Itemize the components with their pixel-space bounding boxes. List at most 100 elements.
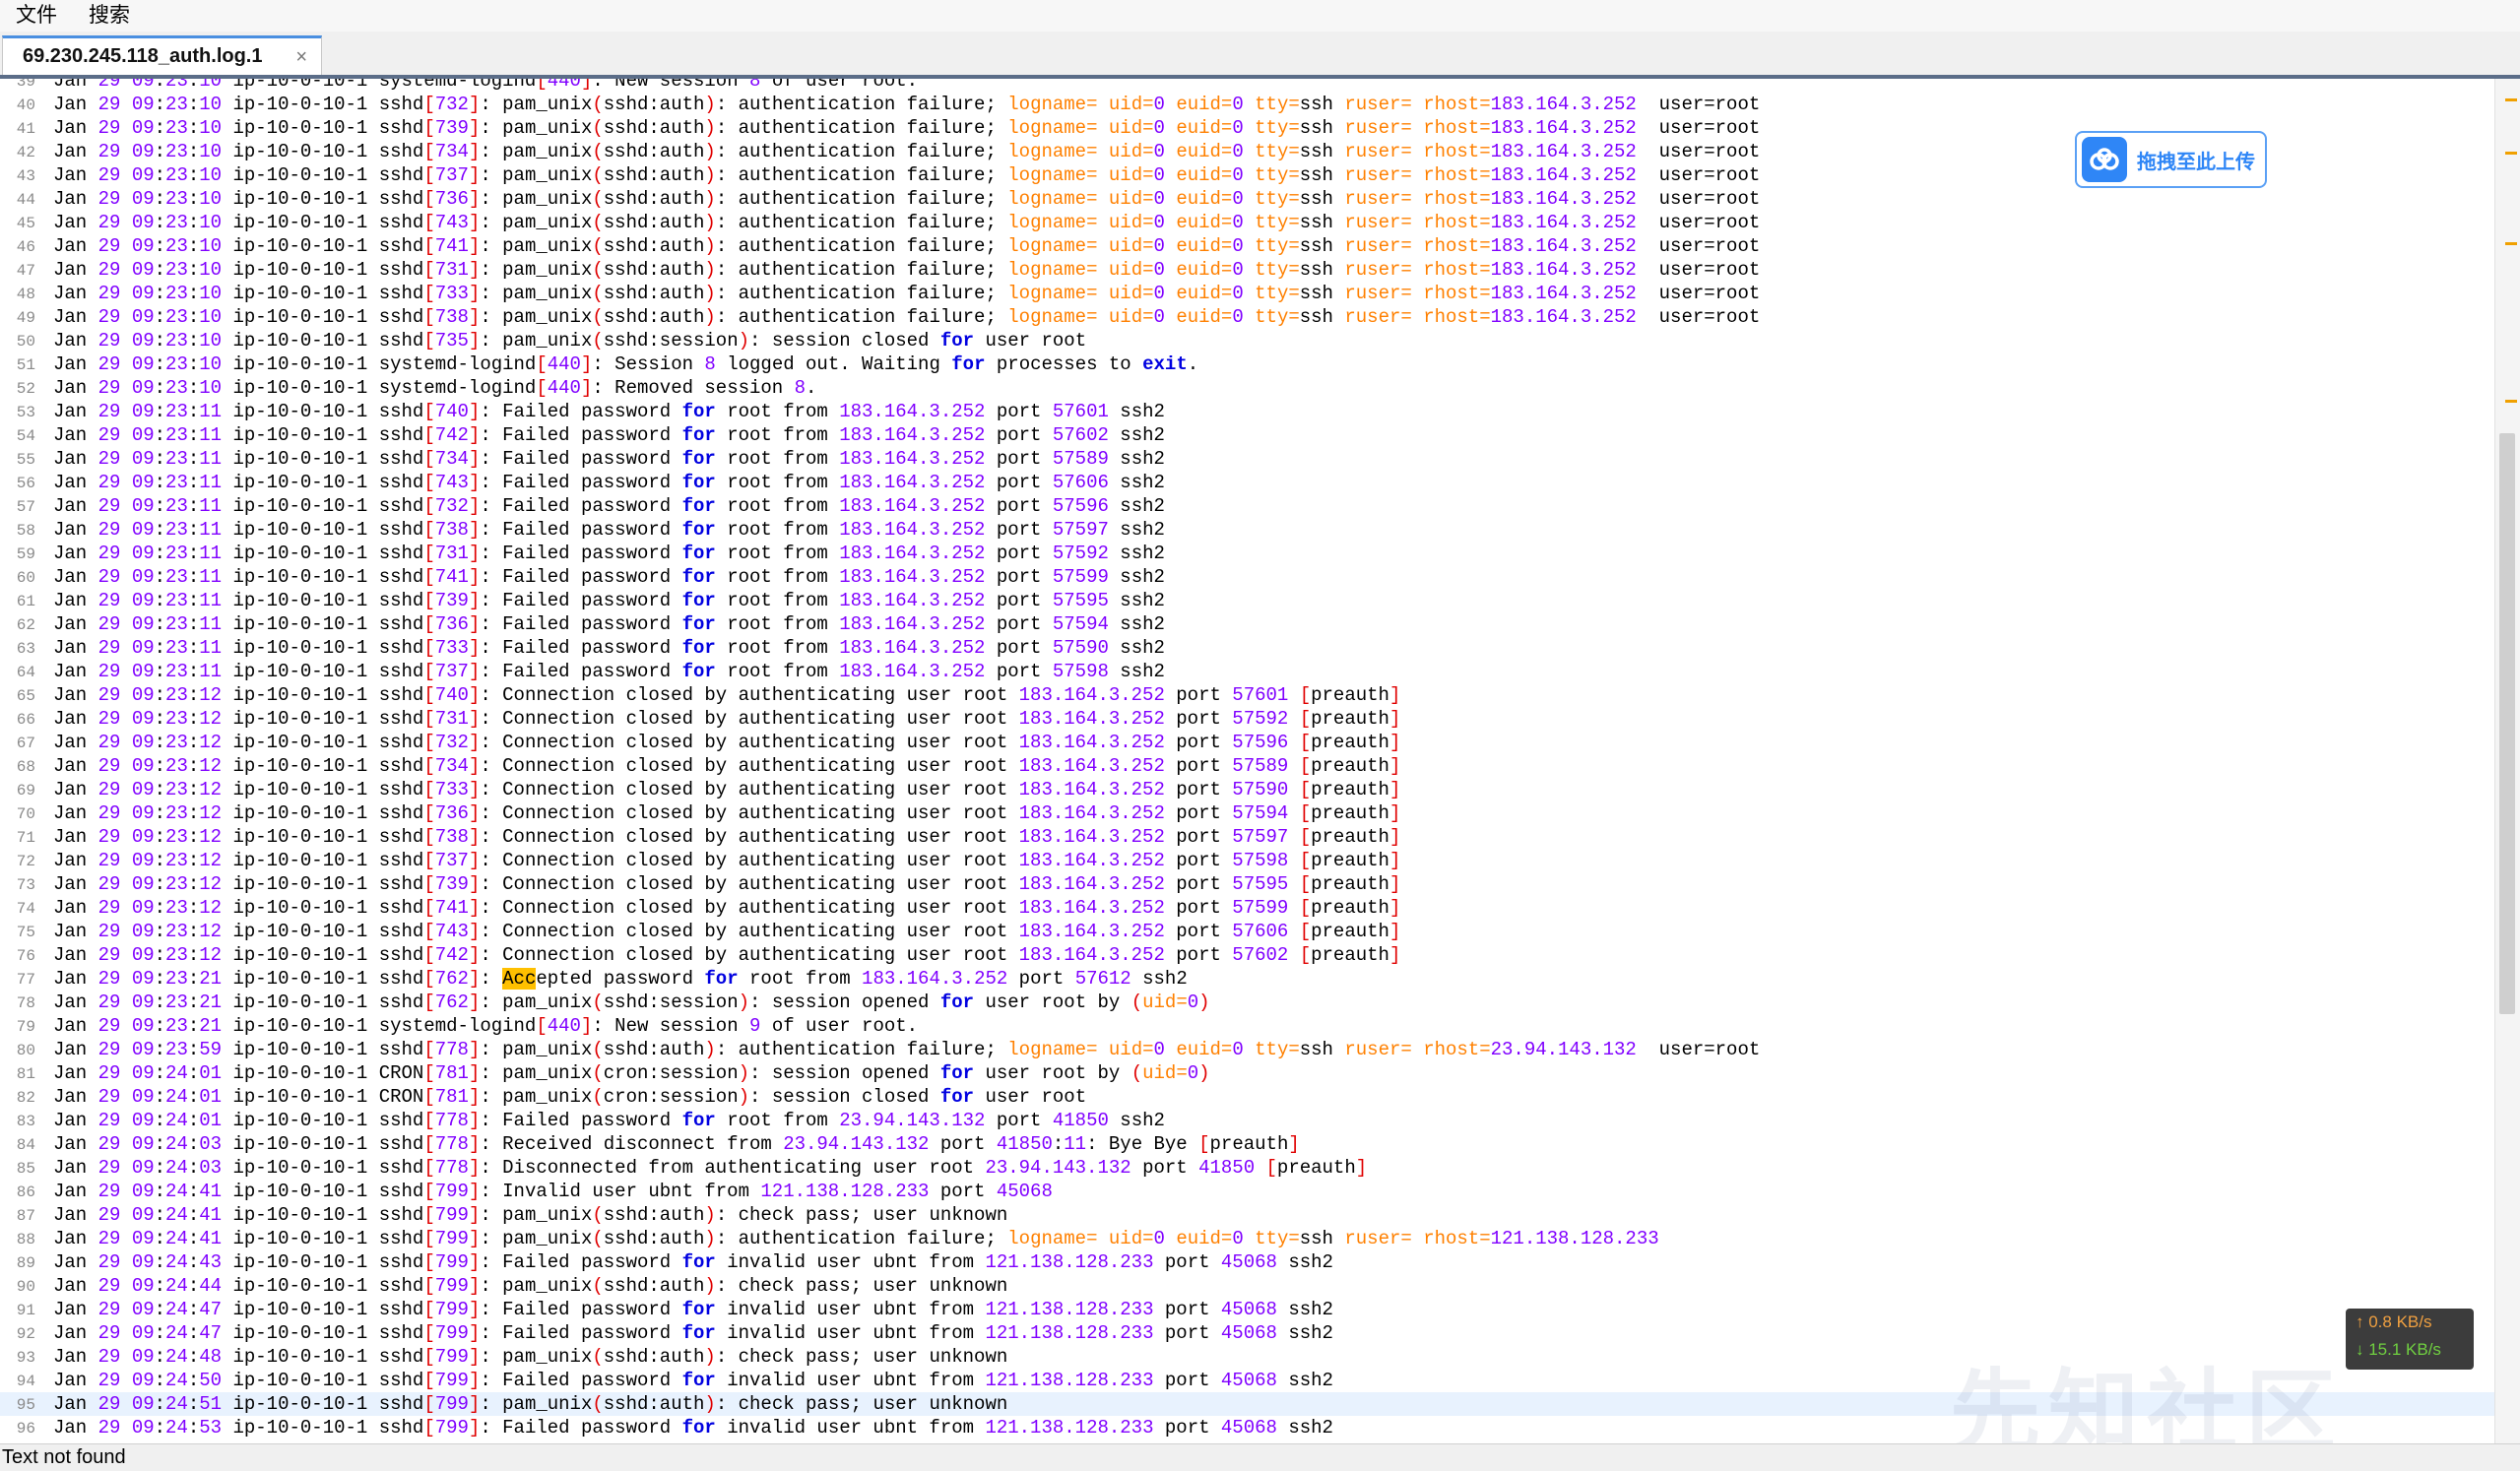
line-number: 40 bbox=[16, 96, 35, 114]
log-line[interactable]: 73 Jan 29 09:23:12 ip-10-0-10-1 sshd[739]… bbox=[0, 872, 2495, 896]
log-line[interactable]: 52 Jan 29 09:23:10 ip-10-0-10-1 systemd-l… bbox=[0, 376, 2495, 400]
line-number: 89 bbox=[16, 1254, 35, 1272]
status-text: Text not found bbox=[2, 1446, 126, 1468]
line-number: 72 bbox=[16, 853, 35, 870]
menu-file[interactable]: 文件 bbox=[0, 0, 73, 32]
log-line-text: Jan 29 09:23:12 ip-10-0-10-1 sshd[741]: … bbox=[53, 897, 1401, 919]
log-line[interactable]: 71 Jan 29 09:23:12 ip-10-0-10-1 sshd[738]… bbox=[0, 825, 2495, 849]
scrollbar-thumb[interactable] bbox=[2499, 433, 2515, 1014]
log-line[interactable]: 68 Jan 29 09:23:12 ip-10-0-10-1 sshd[734]… bbox=[0, 754, 2495, 778]
log-line-text: Jan 29 09:23:10 ip-10-0-10-1 sshd[734]: … bbox=[53, 141, 1761, 162]
log-line[interactable]: 75 Jan 29 09:23:12 ip-10-0-10-1 sshd[743]… bbox=[0, 920, 2495, 943]
log-line-text: Jan 29 09:23:11 ip-10-0-10-1 sshd[731]: … bbox=[53, 543, 1165, 564]
bookmark-marker bbox=[2505, 242, 2517, 245]
log-line[interactable]: 84 Jan 29 09:24:03 ip-10-0-10-1 sshd[778]… bbox=[0, 1132, 2495, 1156]
line-number: 84 bbox=[16, 1136, 35, 1154]
menu-search[interactable]: 搜索 bbox=[73, 0, 146, 32]
line-number: 55 bbox=[16, 451, 35, 469]
line-number: 62 bbox=[16, 616, 35, 634]
log-line[interactable]: 82 Jan 29 09:24:01 ip-10-0-10-1 CRON[781]… bbox=[0, 1085, 2495, 1109]
log-line[interactable]: 48 Jan 29 09:23:10 ip-10-0-10-1 sshd[733]… bbox=[0, 282, 2495, 305]
vertical-scrollbar[interactable] bbox=[2494, 79, 2520, 1443]
log-line[interactable]: 51 Jan 29 09:23:10 ip-10-0-10-1 systemd-l… bbox=[0, 352, 2495, 376]
log-line-text: Jan 29 09:23:10 ip-10-0-10-1 sshd[735]: … bbox=[53, 330, 1087, 352]
log-line[interactable]: 44 Jan 29 09:23:10 ip-10-0-10-1 sshd[736]… bbox=[0, 187, 2495, 211]
log-line-text: Jan 29 09:23:11 ip-10-0-10-1 sshd[732]: … bbox=[53, 495, 1165, 517]
log-line[interactable]: 46 Jan 29 09:23:10 ip-10-0-10-1 sshd[741]… bbox=[0, 234, 2495, 258]
log-line[interactable]: 56 Jan 29 09:23:11 ip-10-0-10-1 sshd[743]… bbox=[0, 471, 2495, 494]
line-number: 82 bbox=[16, 1089, 35, 1107]
line-number: 73 bbox=[16, 876, 35, 894]
log-line[interactable]: 79 Jan 29 09:23:21 ip-10-0-10-1 systemd-l… bbox=[0, 1014, 2495, 1038]
close-icon[interactable]: × bbox=[295, 46, 307, 69]
line-number: 51 bbox=[16, 356, 35, 374]
log-line-text: Jan 29 09:23:11 ip-10-0-10-1 sshd[740]: … bbox=[53, 401, 1165, 422]
log-line[interactable]: 45 Jan 29 09:23:10 ip-10-0-10-1 sshd[743]… bbox=[0, 211, 2495, 234]
log-line[interactable]: 70 Jan 29 09:23:12 ip-10-0-10-1 sshd[736]… bbox=[0, 801, 2495, 825]
cloud-upload-icon bbox=[2082, 137, 2127, 182]
log-line[interactable]: 59 Jan 29 09:23:11 ip-10-0-10-1 sshd[731]… bbox=[0, 542, 2495, 565]
line-number: 64 bbox=[16, 664, 35, 681]
log-line[interactable]: 65 Jan 29 09:23:12 ip-10-0-10-1 sshd[740]… bbox=[0, 683, 2495, 707]
log-line-text: Jan 29 09:23:12 ip-10-0-10-1 sshd[734]: … bbox=[53, 755, 1401, 777]
log-line[interactable]: 76 Jan 29 09:23:12 ip-10-0-10-1 sshd[742]… bbox=[0, 943, 2495, 967]
line-number: 74 bbox=[16, 900, 35, 918]
log-line-text: Jan 29 09:24:01 ip-10-0-10-1 CRON[781]: … bbox=[53, 1086, 1087, 1108]
log-line[interactable]: 54 Jan 29 09:23:11 ip-10-0-10-1 sshd[742]… bbox=[0, 423, 2495, 447]
log-line[interactable]: 80 Jan 29 09:23:59 ip-10-0-10-1 sshd[778]… bbox=[0, 1038, 2495, 1061]
log-line[interactable]: 72 Jan 29 09:23:12 ip-10-0-10-1 sshd[737]… bbox=[0, 849, 2495, 872]
log-line[interactable]: 91 Jan 29 09:24:47 ip-10-0-10-1 sshd[799]… bbox=[0, 1298, 2495, 1321]
log-line[interactable]: 66 Jan 29 09:23:12 ip-10-0-10-1 sshd[731]… bbox=[0, 707, 2495, 731]
log-line[interactable]: 81 Jan 29 09:24:01 ip-10-0-10-1 CRON[781]… bbox=[0, 1061, 2495, 1085]
log-line[interactable]: 69 Jan 29 09:23:12 ip-10-0-10-1 sshd[733]… bbox=[0, 778, 2495, 801]
log-line[interactable]: 49 Jan 29 09:23:10 ip-10-0-10-1 sshd[738]… bbox=[0, 305, 2495, 329]
line-number: 80 bbox=[16, 1042, 35, 1059]
tab-auth-log[interactable]: 69.230.245.118_auth.log.1 × bbox=[2, 35, 322, 75]
log-line[interactable]: 39 Jan 29 09:23:10 ip-10-0-10-1 systemd-l… bbox=[0, 79, 2495, 93]
line-number: 79 bbox=[16, 1018, 35, 1036]
line-number: 78 bbox=[16, 994, 35, 1012]
log-line-text: Jan 29 09:23:12 ip-10-0-10-1 sshd[739]: … bbox=[53, 873, 1401, 895]
log-line[interactable]: 77 Jan 29 09:23:21 ip-10-0-10-1 sshd[762]… bbox=[0, 967, 2495, 991]
log-line[interactable]: 61 Jan 29 09:23:11 ip-10-0-10-1 sshd[739]… bbox=[0, 589, 2495, 612]
log-line[interactable]: 63 Jan 29 09:23:11 ip-10-0-10-1 sshd[733]… bbox=[0, 636, 2495, 660]
log-line[interactable]: 86 Jan 29 09:24:41 ip-10-0-10-1 sshd[799]… bbox=[0, 1180, 2495, 1203]
line-number: 61 bbox=[16, 593, 35, 610]
line-number: 66 bbox=[16, 711, 35, 729]
log-line-text: Jan 29 09:24:43 ip-10-0-10-1 sshd[799]: … bbox=[53, 1251, 1333, 1273]
log-line[interactable]: 53 Jan 29 09:23:11 ip-10-0-10-1 sshd[740]… bbox=[0, 400, 2495, 423]
log-line[interactable]: 85 Jan 29 09:24:03 ip-10-0-10-1 sshd[778]… bbox=[0, 1156, 2495, 1180]
line-number: 85 bbox=[16, 1160, 35, 1178]
drag-upload-button[interactable]: 拖拽至此上传 bbox=[2075, 131, 2267, 188]
line-number: 83 bbox=[16, 1113, 35, 1130]
log-line-text: Jan 29 09:23:10 ip-10-0-10-1 sshd[741]: … bbox=[53, 235, 1761, 257]
log-line[interactable]: 74 Jan 29 09:23:12 ip-10-0-10-1 sshd[741]… bbox=[0, 896, 2495, 920]
log-line[interactable]: 50 Jan 29 09:23:10 ip-10-0-10-1 sshd[735]… bbox=[0, 329, 2495, 352]
log-line-text: Jan 29 09:24:48 ip-10-0-10-1 sshd[799]: … bbox=[53, 1346, 1008, 1368]
log-line[interactable]: 55 Jan 29 09:23:11 ip-10-0-10-1 sshd[734]… bbox=[0, 447, 2495, 471]
log-line[interactable]: 90 Jan 29 09:24:44 ip-10-0-10-1 sshd[799]… bbox=[0, 1274, 2495, 1298]
log-line[interactable]: 64 Jan 29 09:23:11 ip-10-0-10-1 sshd[737]… bbox=[0, 660, 2495, 683]
log-line[interactable]: 67 Jan 29 09:23:12 ip-10-0-10-1 sshd[732]… bbox=[0, 731, 2495, 754]
log-line[interactable]: 40 Jan 29 09:23:10 ip-10-0-10-1 sshd[732]… bbox=[0, 93, 2495, 116]
editor-text-area[interactable]: 39 Jan 29 09:23:10 ip-10-0-10-1 systemd-l… bbox=[0, 79, 2495, 1443]
log-line-text: Jan 29 09:24:01 ip-10-0-10-1 sshd[778]: … bbox=[53, 1110, 1165, 1131]
log-line[interactable]: 89 Jan 29 09:24:43 ip-10-0-10-1 sshd[799]… bbox=[0, 1250, 2495, 1274]
log-line[interactable]: 60 Jan 29 09:23:11 ip-10-0-10-1 sshd[741]… bbox=[0, 565, 2495, 589]
log-line-text: Jan 29 09:23:11 ip-10-0-10-1 sshd[743]: … bbox=[53, 472, 1165, 493]
log-line[interactable]: 58 Jan 29 09:23:11 ip-10-0-10-1 sshd[738]… bbox=[0, 518, 2495, 542]
menu-bar: 文件 搜索 bbox=[0, 0, 2520, 32]
line-number: 39 bbox=[16, 79, 35, 91]
log-line-text: Jan 29 09:23:10 ip-10-0-10-1 sshd[738]: … bbox=[53, 306, 1761, 328]
log-line[interactable]: 78 Jan 29 09:23:21 ip-10-0-10-1 sshd[762]… bbox=[0, 991, 2495, 1014]
log-line[interactable]: 88 Jan 29 09:24:41 ip-10-0-10-1 sshd[799]… bbox=[0, 1227, 2495, 1250]
log-line[interactable]: 47 Jan 29 09:23:10 ip-10-0-10-1 sshd[731]… bbox=[0, 258, 2495, 282]
bookmark-marker bbox=[2505, 400, 2517, 403]
log-line[interactable]: 87 Jan 29 09:24:41 ip-10-0-10-1 sshd[799]… bbox=[0, 1203, 2495, 1227]
log-line[interactable]: 83 Jan 29 09:24:01 ip-10-0-10-1 sshd[778]… bbox=[0, 1109, 2495, 1132]
line-number: 60 bbox=[16, 569, 35, 587]
log-line[interactable]: 62 Jan 29 09:23:11 ip-10-0-10-1 sshd[736]… bbox=[0, 612, 2495, 636]
line-number: 87 bbox=[16, 1207, 35, 1225]
log-line[interactable]: 57 Jan 29 09:23:11 ip-10-0-10-1 sshd[732]… bbox=[0, 494, 2495, 518]
line-number: 54 bbox=[16, 427, 35, 445]
